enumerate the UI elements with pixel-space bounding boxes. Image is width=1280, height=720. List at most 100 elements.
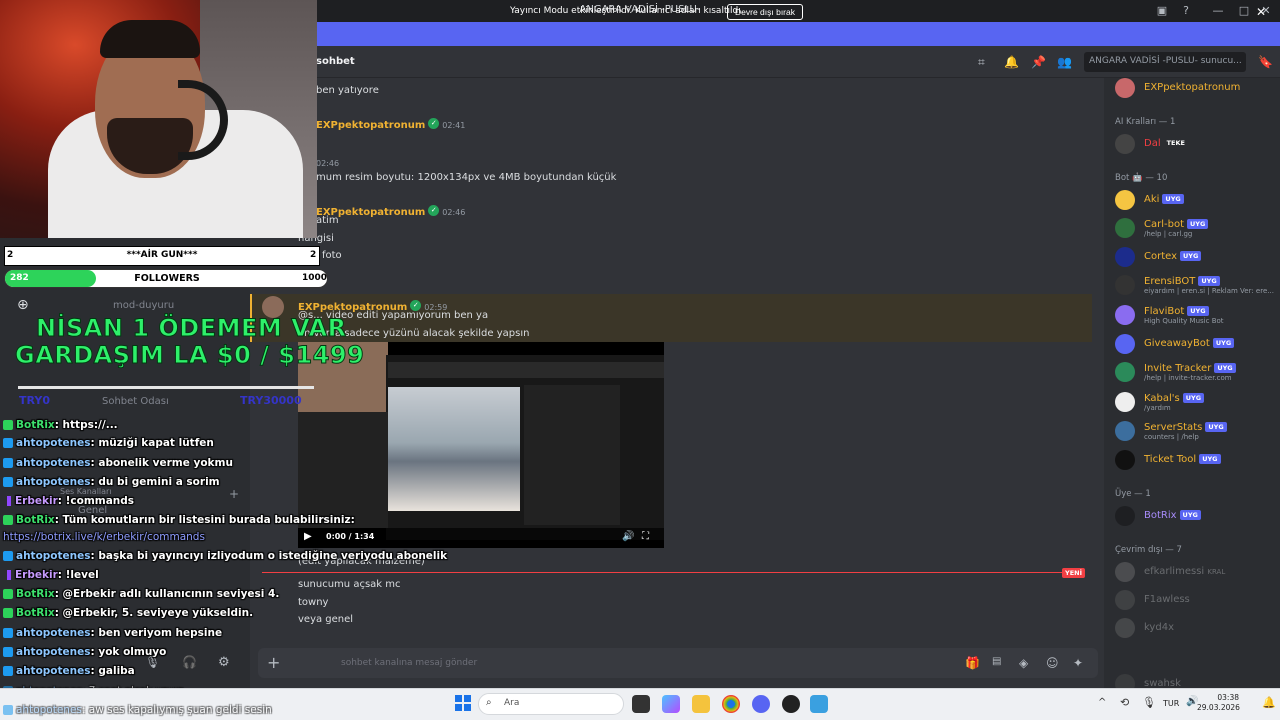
play-icon[interactable]: ▶ — [304, 531, 312, 542]
member-name-text: Cortex — [1144, 251, 1178, 262]
twitch-icon — [3, 458, 13, 468]
member-name: Kabal's UYG — [1144, 393, 1205, 404]
taskbar-clock[interactable]: 03:38 29.03.2026 — [1197, 693, 1240, 713]
help-icon[interactable]: ? — [1178, 3, 1194, 19]
chat-line: BotRix: Tüm komutların bir listesini bur… — [3, 514, 355, 526]
app-icon[interactable] — [810, 695, 828, 713]
windows-start-icon[interactable] — [455, 695, 471, 711]
member-row[interactable]: Ticket Tool UYG — [1115, 450, 1275, 472]
headphones-icon[interactable]: 🎧 — [182, 655, 197, 669]
chat-user: ahtopotenes — [16, 646, 91, 658]
language-indicator[interactable]: TUR — [1163, 699, 1179, 708]
pinned-messages-icon[interactable]: 📌 — [1031, 55, 1046, 69]
app-badge: UYG — [1180, 251, 1202, 261]
task-view-icon[interactable] — [632, 695, 650, 713]
volume-icon[interactable]: 🔊 — [622, 531, 634, 542]
search-input[interactable]: ANGARA VADİSİ -PUSLU- sunucu... — [1084, 52, 1246, 72]
sticker-icon[interactable]: ◈ — [1019, 656, 1028, 670]
chat-line: ahtopotenes: abonelik verme yokmu — [3, 457, 233, 469]
file-explorer-icon[interactable] — [692, 695, 710, 713]
member-row[interactable]: ServerStats UYG counters | /help — [1115, 421, 1275, 443]
sidebar-item-mod-duyuru[interactable]: mod-duyuru — [113, 300, 174, 311]
apps-icon[interactable]: ✦ — [1073, 656, 1083, 670]
taskbar-search[interactable] — [478, 693, 624, 715]
chat-text: : abonelik verme yokmu — [90, 457, 233, 469]
video-sidebar-list — [524, 385, 620, 525]
add-channel-icon[interactable]: + — [229, 487, 239, 501]
add-server-icon[interactable]: ⊕ — [17, 297, 29, 313]
attach-plus-icon[interactable]: + — [267, 653, 280, 672]
minimize-button[interactable]: — — [1210, 3, 1226, 19]
gif-icon[interactable]: ▤ — [992, 656, 1001, 667]
user-settings-gear-icon[interactable]: ⚙ — [218, 655, 230, 670]
bot-icon — [3, 420, 13, 430]
avatar — [1115, 305, 1135, 325]
video-chat-panel — [298, 412, 388, 528]
member-status: High Quality Music Bot — [1144, 317, 1224, 325]
member-name: BotRix UYG — [1144, 510, 1201, 521]
member-row[interactable]: F1awless — [1115, 590, 1275, 612]
discord-icon[interactable] — [752, 695, 770, 713]
air-gun-count-right: 2 — [310, 250, 317, 260]
new-messages-divider — [262, 572, 1062, 573]
avatar — [1115, 134, 1135, 154]
chat-line: ahtopotenes: aw ses kapalıymış şuan geld… — [3, 704, 272, 716]
fullscreen-icon[interactable]: ⛶ — [642, 531, 649, 542]
sidebar-item-sohbet-odasi[interactable]: Sohbet Odası — [102, 396, 169, 407]
air-gun-title: ***AİR GUN*** — [126, 250, 198, 260]
member-row[interactable]: Cortex UYG — [1115, 247, 1275, 269]
maximize-button[interactable]: □ — [1236, 3, 1252, 19]
emoji-icon[interactable]: ☺ — [1046, 656, 1059, 670]
message-time: 02:46 — [316, 159, 340, 168]
close-banner-icon[interactable]: ✕ — [1256, 5, 1266, 19]
chat-link[interactable]: https://botrix.live/k/erbekir/commands — [3, 531, 205, 543]
gift-icon[interactable]: 🎁 — [965, 656, 980, 670]
message-author[interactable]: EXPpektopatronum — [316, 120, 425, 131]
member-row[interactable]: Aki UYG — [1115, 190, 1275, 212]
member-row[interactable]: ErensiBOT UYG eiyardım | eren.si | Reklam … — [1115, 275, 1275, 297]
member-row[interactable]: GiveawayBot UYG — [1115, 334, 1275, 356]
member-list-icon[interactable]: 👥 — [1057, 55, 1072, 69]
member-row[interactable]: EXPpektopatronum — [1115, 78, 1275, 100]
composer-placeholder[interactable]: sohbet kanalına mesaj gönder — [341, 658, 477, 668]
member-row[interactable]: Dal TEKE — [1115, 134, 1275, 156]
wifi-icon[interactable]: ⟲ — [1120, 696, 1129, 709]
chrome-icon[interactable] — [722, 695, 740, 713]
inbox-icon[interactable]: ▣ — [1154, 3, 1170, 19]
notification-bell-icon[interactable]: 🔔 — [1004, 55, 1019, 69]
bot-icon — [3, 515, 13, 525]
copilot-icon[interactable] — [662, 695, 680, 713]
tray-chevron-icon[interactable]: ^ — [1098, 697, 1106, 708]
member-name: efkarlimessi KRAL — [1144, 566, 1225, 577]
mic-tray-icon[interactable]: 🎙 — [1142, 696, 1156, 709]
member-row[interactable]: BotRix UYG — [1115, 506, 1275, 528]
member-row[interactable]: kyd4x — [1115, 618, 1275, 640]
disable-streamer-mode-button[interactable]: Devre dışı bırak — [727, 4, 803, 20]
verified-badge-icon: ✓ — [428, 205, 440, 216]
twitch-icon — [3, 666, 13, 676]
chat-user: ahtopotenes — [16, 704, 82, 716]
member-status: counters | /help — [1144, 433, 1199, 441]
avatar — [1115, 247, 1135, 267]
member-row[interactable]: Invite Tracker UYG/help | invite-tracker.… — [1115, 362, 1275, 384]
member-row[interactable]: efkarlimessi KRAL — [1115, 562, 1275, 584]
notifications-icon[interactable]: 🔔 — [1262, 696, 1276, 709]
chat-line: ahtopotenes: müziği kapat lütfen — [3, 437, 214, 449]
inbox-bookmark-icon[interactable]: 🔖 — [1258, 55, 1273, 69]
message-header: EXPpektopatronum ✓ 02:41 — [316, 113, 465, 132]
threads-icon[interactable]: ⌗ — [978, 55, 985, 70]
chat-text: : aw ses kapalıymış şuan geldi sesin — [81, 704, 272, 716]
message-text: towny — [298, 597, 329, 608]
twitch-icon — [3, 647, 13, 657]
app-badge: UYG — [1205, 422, 1227, 432]
member-row[interactable]: Kabal's UYG/yardım — [1115, 392, 1275, 414]
member-row[interactable]: Carl-bot UYG/help | carl.gg — [1115, 218, 1275, 240]
obs-icon[interactable] — [782, 695, 800, 713]
video-timestamp: 0:00 / 1:34 — [326, 532, 375, 541]
donation-min: TRY0 — [19, 394, 50, 407]
verified-badge-icon: ✓ — [428, 118, 440, 129]
member-name-text: Aki — [1144, 194, 1160, 205]
new-messages-badge: YENİ — [1062, 568, 1086, 578]
member-row[interactable]: swahsk — [1115, 674, 1275, 688]
member-row[interactable]: FlaviBot UYG High Quality Music Bot — [1115, 305, 1275, 327]
